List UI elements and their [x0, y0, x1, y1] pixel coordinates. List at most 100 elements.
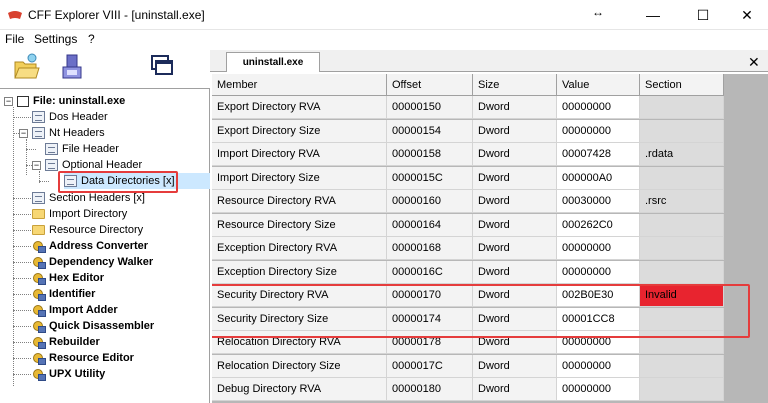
column-header-size[interactable]: Size: [473, 74, 557, 96]
cell-value[interactable]: 00000000: [557, 260, 640, 284]
cell-offset: 00000180: [387, 378, 473, 401]
tree-item-label: Nt Headers: [49, 127, 105, 139]
tree-item-label: Dependency Walker: [49, 256, 154, 268]
column-header-section[interactable]: Section: [640, 74, 724, 96]
table-row[interactable]: Debug Directory RVA 00000180 Dword 00000000: [212, 378, 724, 401]
close-button[interactable]: ✕: [724, 0, 768, 30]
table-row[interactable]: Export Directory RVA 00000150 Dword 0000000…: [212, 96, 724, 119]
tree-item-file-header[interactable]: File Header: [45, 141, 121, 157]
cell-member: Export Directory RVA: [212, 96, 387, 119]
maximize-button[interactable]: ☐: [680, 0, 726, 30]
toolbar: [0, 48, 210, 88]
table-row[interactable]: Resource Directory Size 00000164 Dword 0002…: [212, 213, 724, 237]
cell-section: [640, 378, 724, 401]
cell-size: Dword: [473, 378, 557, 401]
cell-member: Exception Directory Size: [212, 260, 387, 284]
tree-item-label: Section Headers [x]: [49, 192, 145, 204]
tree-tool-address-converter[interactable]: Address Converter: [32, 238, 150, 254]
cell-value[interactable]: 00000000: [557, 354, 640, 378]
cell-size: Dword: [473, 190, 557, 213]
tree-item-nt-headers[interactable]: Nt Headers: [32, 125, 107, 141]
cell-section: [640, 354, 724, 378]
cell-section: .rsrc: [640, 190, 724, 213]
open-file-icon[interactable]: [12, 52, 40, 82]
cell-offset: 00000154: [387, 119, 473, 143]
tree-root[interactable]: File: uninstall.exe: [17, 93, 127, 109]
cell-value[interactable]: 00007428: [557, 143, 640, 166]
optional-header-expander[interactable]: −: [32, 161, 41, 170]
security-directory-highlight: [212, 284, 750, 338]
tree-tool-quick-disassembler[interactable]: Quick Disassembler: [32, 318, 156, 334]
column-header-value[interactable]: Value: [557, 74, 640, 96]
tool-icon: [32, 336, 46, 349]
cell-member: Debug Directory RVA: [212, 378, 387, 401]
windows-icon[interactable]: [148, 52, 176, 82]
nt-headers-expander[interactable]: −: [19, 129, 28, 138]
column-header-member[interactable]: Member: [212, 74, 387, 96]
table-row[interactable]: Import Directory Size 0000015C Dword 000000…: [212, 166, 724, 190]
tree-item-label: Dos Header: [49, 111, 108, 123]
cell-value[interactable]: 000000A0: [557, 166, 640, 190]
cell-member: Exception Directory RVA: [212, 237, 387, 260]
cell-value[interactable]: 000262C0: [557, 213, 640, 237]
tree-tool-identifier[interactable]: Identifier: [32, 286, 97, 302]
cell-member: Export Directory Size: [212, 119, 387, 143]
tree-item-resource-directory[interactable]: Resource Directory: [32, 222, 145, 238]
tree-item-section-headers[interactable]: Section Headers [x]: [32, 190, 147, 206]
tree-root-label: File: uninstall.exe: [33, 95, 126, 107]
table-row[interactable]: Exception Directory Size 0000016C Dword 000…: [212, 260, 724, 284]
tree-tool-upx-utility[interactable]: UPX Utility: [32, 366, 107, 382]
cell-value[interactable]: 00000000: [557, 96, 640, 119]
cell-offset: 00000160: [387, 190, 473, 213]
tree-item-label: Resource Editor: [49, 352, 134, 364]
table-row[interactable]: Import Directory RVA 00000158 Dword 0000742…: [212, 143, 724, 166]
tree-tool-rebuilder[interactable]: Rebuilder: [32, 334, 102, 350]
cell-size: Dword: [473, 166, 557, 190]
close-tab-icon[interactable]: ✕: [748, 54, 760, 71]
table-row[interactable]: Export Directory Size 00000154 Dword 000000…: [212, 119, 724, 143]
save-file-icon[interactable]: [58, 52, 86, 82]
tab-uninstall-exe[interactable]: uninstall.exe: [226, 52, 320, 72]
cell-offset: 00000164: [387, 213, 473, 237]
column-header-offset[interactable]: Offset: [387, 74, 473, 96]
cell-value[interactable]: 00000000: [557, 237, 640, 260]
tool-icon: [32, 368, 46, 381]
minimize-button[interactable]: —: [630, 0, 676, 30]
tree-item-dos-header[interactable]: Dos Header: [32, 109, 110, 125]
menu-settings[interactable]: Settings: [34, 32, 77, 46]
folder-icon: [32, 225, 45, 235]
cell-section: [640, 260, 724, 284]
cell-section: [640, 119, 724, 143]
cell-value[interactable]: 00030000: [557, 190, 640, 213]
tree-item-label: Import Directory: [49, 208, 128, 220]
title-bar: CFF Explorer VIII - [uninstall.exe] ↔ — …: [0, 0, 768, 30]
cell-value[interactable]: 00000000: [557, 378, 640, 401]
table-row[interactable]: Resource Directory RVA 00000160 Dword 00030…: [212, 190, 724, 213]
tree-tool-resource-editor[interactable]: Resource Editor: [32, 350, 136, 366]
tree-tool-import-adder[interactable]: Import Adder: [32, 302, 120, 318]
cell-member: Import Directory RVA: [212, 143, 387, 166]
cell-offset: 0000015C: [387, 166, 473, 190]
cell-section: [640, 237, 724, 260]
tree-item-import-directory[interactable]: Import Directory: [32, 206, 129, 222]
data-directories-grid: Member Offset Size Value Section Export …: [212, 74, 768, 403]
table-row[interactable]: Relocation Directory Size 0000017C Dword 00…: [212, 354, 724, 378]
menu-file[interactable]: File: [5, 32, 24, 46]
root-expander[interactable]: −: [4, 97, 13, 106]
cell-size: Dword: [473, 119, 557, 143]
cell-size: Dword: [473, 354, 557, 378]
tree-tool-hex-editor[interactable]: Hex Editor: [32, 270, 106, 286]
folder-icon: [32, 209, 45, 219]
cell-value[interactable]: 00000000: [557, 119, 640, 143]
document-icon: [32, 192, 45, 204]
cell-member: Resource Directory RVA: [212, 190, 387, 213]
cell-offset: 0000017C: [387, 354, 473, 378]
tool-icon: [32, 320, 46, 333]
cell-section: [640, 213, 724, 237]
tree-item-label: UPX Utility: [49, 368, 106, 380]
menu-help[interactable]: ?: [88, 32, 95, 46]
cell-member: Relocation Directory Size: [212, 354, 387, 378]
tool-icon: [32, 304, 46, 317]
tree-tool-dependency-walker[interactable]: Dependency Walker: [32, 254, 155, 270]
table-row[interactable]: Exception Directory RVA 00000168 Dword 0000…: [212, 237, 724, 260]
